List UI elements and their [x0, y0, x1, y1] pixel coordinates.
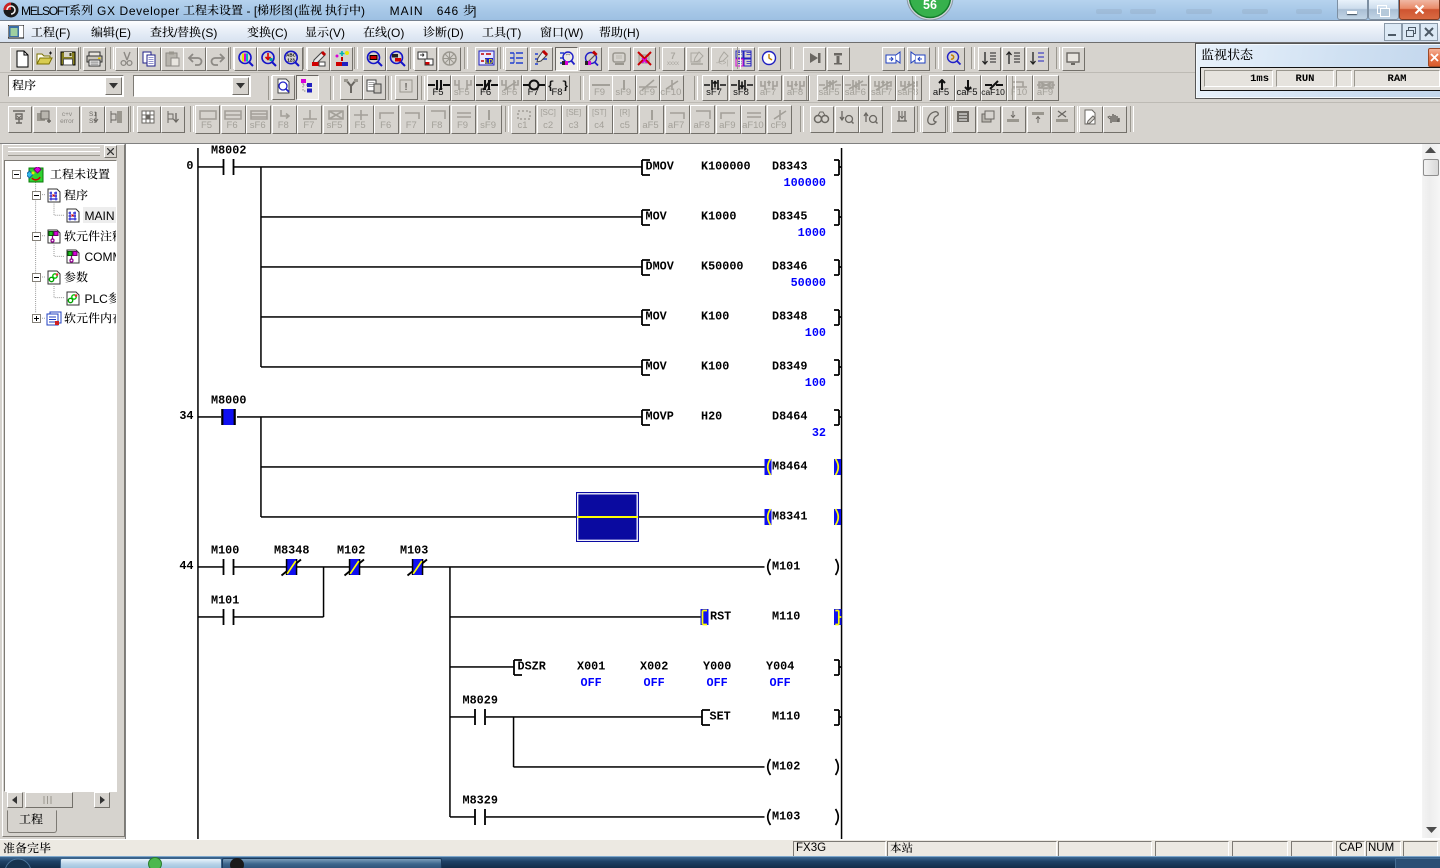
svg-text:D8346: D8346 [772, 260, 807, 274]
svg-text:K100000: K100000 [701, 160, 751, 174]
svg-text:Y004: Y004 [766, 660, 794, 674]
svg-text:M8341: M8341 [772, 510, 807, 524]
svg-text:100: 100 [805, 326, 826, 340]
svg-text:DMOV: DMOV [646, 260, 675, 274]
svg-text:D8349: D8349 [772, 360, 807, 374]
svg-text:M8329: M8329 [463, 794, 498, 808]
svg-text:M102: M102 [337, 544, 365, 558]
svg-text:56: 56 [923, 0, 937, 12]
svg-text:32: 32 [812, 426, 826, 440]
svg-text:MOV: MOV [646, 310, 668, 324]
svg-text:0: 0 [186, 159, 193, 173]
svg-text:MOVP: MOVP [646, 410, 674, 424]
svg-text:100000: 100000 [784, 176, 826, 190]
svg-text:50000: 50000 [791, 276, 826, 290]
svg-text:D8343: D8343 [772, 160, 807, 174]
svg-text:44: 44 [179, 559, 193, 573]
svg-text:OFF: OFF [707, 676, 728, 690]
svg-text:X001: X001 [577, 660, 605, 674]
svg-text:K50000: K50000 [701, 260, 743, 274]
svg-text:M8348: M8348 [274, 544, 309, 558]
svg-text:OFF: OFF [644, 676, 665, 690]
svg-text:DMOV: DMOV [646, 160, 675, 174]
svg-text:M101: M101 [211, 594, 239, 608]
svg-text:Y000: Y000 [703, 660, 731, 674]
svg-text:M8029: M8029 [463, 694, 498, 708]
svg-text:c+v: c+v [62, 111, 73, 118]
svg-text:M103: M103 [400, 544, 428, 558]
svg-text:M8464: M8464 [772, 460, 807, 474]
svg-text:M100: M100 [211, 544, 239, 558]
svg-text:X002: X002 [640, 660, 668, 674]
svg-text:MOV: MOV [646, 210, 668, 224]
svg-text:7: 7 [671, 51, 676, 61]
svg-text:-<>|: -<>| [716, 60, 729, 67]
svg-text:K100: K100 [701, 360, 729, 374]
svg-text:D8348: D8348 [772, 310, 807, 324]
svg-text:1000: 1000 [798, 226, 826, 240]
svg-text:M110: M110 [772, 710, 800, 724]
svg-text:OFF: OFF [770, 676, 791, 690]
svg-text:M8000: M8000 [211, 394, 246, 408]
svg-text:!: ! [404, 82, 407, 93]
svg-text:H20: H20 [701, 410, 722, 424]
svg-text:D8345: D8345 [772, 210, 807, 224]
svg-text:K100: K100 [701, 310, 729, 324]
svg-text:MOV: MOV [646, 360, 668, 374]
svg-text:M102: M102 [772, 760, 800, 774]
svg-text:OFF: OFF [581, 676, 602, 690]
svg-text:100: 100 [805, 376, 826, 390]
svg-text:SET: SET [710, 710, 731, 724]
svg-text:xxxx: xxxx [667, 61, 679, 67]
svg-text:K1000: K1000 [701, 210, 736, 224]
svg-text:DSZR: DSZR [518, 660, 547, 674]
svg-text:M110: M110 [772, 610, 800, 624]
svg-text:123: 123 [287, 57, 295, 62]
svg-text:LD: LD [485, 59, 494, 65]
svg-text:error: error [60, 118, 75, 125]
svg-text:M103: M103 [772, 810, 800, 824]
svg-text:34: 34 [179, 409, 193, 423]
svg-text:D8464: D8464 [772, 410, 807, 424]
svg-text:M101: M101 [772, 560, 800, 574]
svg-text:M8002: M8002 [211, 144, 246, 158]
svg-text:RST: RST [710, 610, 731, 624]
